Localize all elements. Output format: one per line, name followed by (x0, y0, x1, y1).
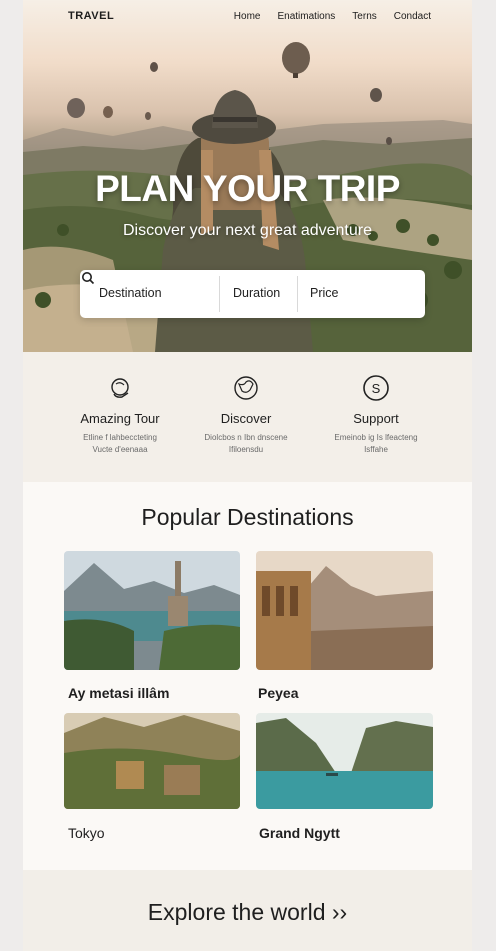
price-field[interactable]: Price (310, 286, 338, 300)
feature-desc: Emeinob ig Is lfeacteng (334, 433, 418, 442)
feature-title: Support (353, 411, 399, 426)
nav-home[interactable]: Home (234, 11, 261, 22)
dollar-icon: S (363, 375, 389, 401)
search-icon[interactable] (80, 270, 96, 286)
search-divider (297, 276, 298, 312)
feature-support: S Support Emeinob ig Is lfeacteng Isffah… (311, 374, 441, 456)
duration-field[interactable]: Duration (233, 286, 280, 300)
destination-image (64, 713, 240, 809)
nav-enatimations[interactable]: Enatimations (277, 11, 335, 22)
hero-section: TRAVEL Home Enatimations Terns Condact P… (23, 0, 472, 352)
destination-caption[interactable]: Peyea (258, 685, 298, 701)
destination-image (256, 551, 433, 670)
destination-caption[interactable]: Tokyo (68, 825, 105, 841)
destination-caption[interactable]: Ay metasi illâm (68, 685, 169, 701)
feature-desc: Ifiloensdu (228, 445, 264, 454)
explore-link[interactable]: Explore the world ›› (23, 899, 472, 926)
feature-title: Amazing Tour (80, 411, 160, 426)
feature-desc: Isffahe (364, 445, 388, 454)
destination-card[interactable] (256, 551, 433, 670)
hand-globe-icon (111, 378, 129, 398)
hero-subtitle: Discover your next great adventure (122, 222, 372, 239)
logo[interactable]: TRAVEL (68, 10, 114, 22)
destination-caption[interactable]: Grand Ngytt (259, 825, 340, 841)
search-divider (219, 276, 220, 312)
feature-amazing-tour: Amazing Tour Etline f lahbeccteting Vuct… (55, 374, 185, 456)
globe-icon (234, 376, 258, 400)
hero-title: PLAN YOUR TRIP (95, 168, 400, 209)
page: TRAVEL Home Enatimations Terns Condact P… (23, 0, 472, 951)
popular-title: Popular Destinations (141, 504, 354, 530)
search-bar: Destination Duration Price (80, 270, 425, 318)
top-nav: Home Enatimations Terns Condact (234, 11, 431, 22)
destination-card[interactable] (256, 713, 433, 809)
feature-desc: Diolcbos n Ibn dnscene (204, 433, 288, 442)
destination-card[interactable] (64, 551, 240, 670)
nav-condact[interactable]: Condact (394, 11, 431, 22)
destination-image (64, 551, 240, 670)
nav-terns[interactable]: Terns (352, 11, 376, 22)
svg-text:S: S (372, 381, 381, 396)
feature-title: Discover (220, 411, 272, 426)
feature-desc: Vucte d'eenaaa (92, 445, 148, 454)
features-section: Amazing Tour Etline f lahbeccteting Vuct… (23, 352, 472, 482)
destination-image (256, 713, 433, 809)
destination-card[interactable] (64, 713, 240, 809)
explore-section: Explore the world ›› (23, 870, 472, 951)
destination-field[interactable]: Destination (99, 286, 162, 300)
feature-discover: Discover Diolcbos n Ibn dnscene Ifiloens… (181, 374, 311, 456)
feature-desc: Etline f lahbeccteting (83, 433, 157, 442)
